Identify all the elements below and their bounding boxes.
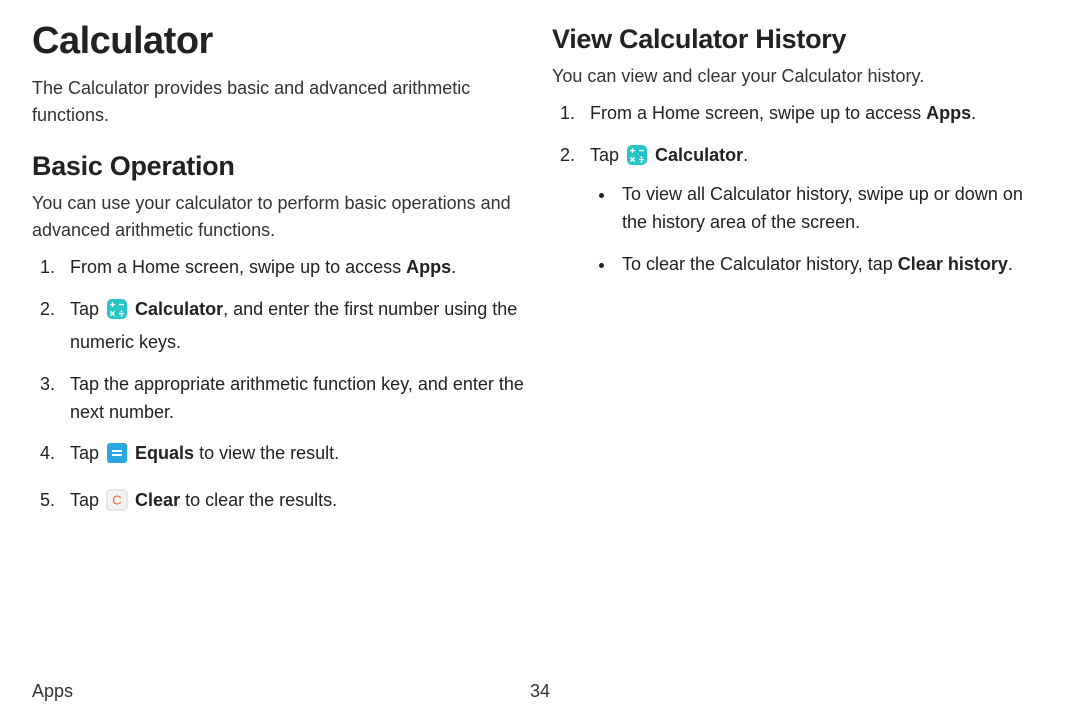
right-column: View Calculator History You can view and… bbox=[552, 20, 1048, 534]
text: Tap bbox=[70, 299, 104, 319]
footer-section: Apps bbox=[32, 681, 73, 702]
apps-label: Apps bbox=[406, 257, 451, 277]
history-heading: View Calculator History bbox=[552, 24, 1048, 55]
text: Tap bbox=[590, 145, 624, 165]
text: to view the result. bbox=[194, 443, 339, 463]
text: Tap bbox=[70, 443, 104, 463]
history-step-1: From a Home screen, swipe up to access A… bbox=[580, 100, 1048, 128]
clear-history-label: Clear history bbox=[898, 254, 1008, 274]
text: . bbox=[743, 145, 748, 165]
text: To view all Calculator history, swipe up… bbox=[622, 184, 1023, 232]
footer-page-number: 34 bbox=[530, 681, 550, 702]
text: . bbox=[1008, 254, 1013, 274]
history-steps-list: From a Home screen, swipe up to access A… bbox=[552, 100, 1048, 278]
history-bullet-1: To view all Calculator history, swipe up… bbox=[616, 181, 1048, 237]
left-column: Calculator The Calculator provides basic… bbox=[32, 20, 528, 534]
calculator-icon bbox=[626, 144, 648, 175]
clear-label: Clear bbox=[135, 490, 180, 510]
calculator-label: Calculator bbox=[655, 145, 743, 165]
page-title: Calculator bbox=[32, 20, 528, 63]
basic-step-1: From a Home screen, swipe up to access A… bbox=[60, 254, 528, 282]
columns: Calculator The Calculator provides basic… bbox=[32, 20, 1048, 534]
text: . bbox=[451, 257, 456, 277]
svg-text:C: C bbox=[112, 493, 121, 508]
equals-icon bbox=[106, 442, 128, 473]
history-lead: You can view and clear your Calculator h… bbox=[552, 63, 1048, 90]
intro-text: The Calculator provides basic and advanc… bbox=[32, 75, 528, 129]
text: From a Home screen, swipe up to access bbox=[590, 103, 926, 123]
basic-step-2: Tap bbox=[60, 296, 528, 357]
basic-steps-list: From a Home screen, swipe up to access A… bbox=[32, 254, 528, 520]
equals-label: Equals bbox=[135, 443, 194, 463]
clear-c-icon: C bbox=[106, 489, 128, 520]
text: To clear the Calculator history, tap bbox=[622, 254, 898, 274]
text: Tap bbox=[70, 490, 104, 510]
page-root: Calculator The Calculator provides basic… bbox=[0, 0, 1080, 720]
apps-label: Apps bbox=[926, 103, 971, 123]
basic-lead: You can use your calculator to perform b… bbox=[32, 190, 528, 244]
basic-heading: Basic Operation bbox=[32, 151, 528, 182]
history-step-2: Tap Calculator. bbox=[580, 142, 1048, 279]
calculator-label: Calculator bbox=[135, 299, 223, 319]
basic-step-5: Tap C Clear to clear the results. bbox=[60, 487, 528, 520]
text: . bbox=[971, 103, 976, 123]
calculator-icon bbox=[106, 298, 128, 329]
text: From a Home screen, swipe up to access bbox=[70, 257, 406, 277]
history-bullet-2: To clear the Calculator history, tap Cle… bbox=[616, 251, 1048, 279]
page-footer: Apps 34 bbox=[32, 681, 1048, 702]
history-bullets: To view all Calculator history, swipe up… bbox=[590, 181, 1048, 279]
text: Tap the appropriate arithmetic function … bbox=[70, 374, 524, 422]
text: to clear the results. bbox=[180, 490, 337, 510]
basic-step-3: Tap the appropriate arithmetic function … bbox=[60, 371, 528, 427]
basic-step-4: Tap Equals to view the result. bbox=[60, 440, 528, 473]
